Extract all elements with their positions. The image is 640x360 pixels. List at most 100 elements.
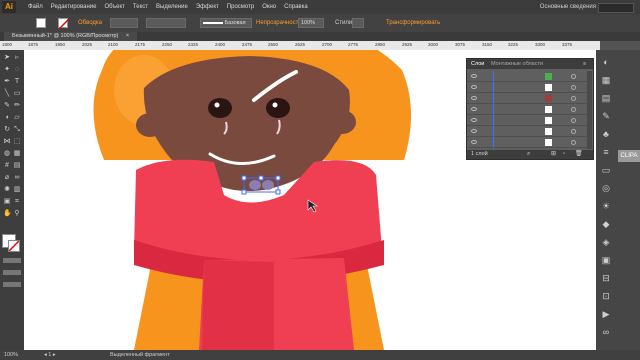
swatches-panel-icon[interactable]: ▤ (600, 92, 612, 104)
eye-icon (471, 118, 477, 122)
appearance-panel-icon[interactable]: ☀ (600, 200, 612, 212)
links-panel-icon[interactable]: ∞ (600, 326, 612, 338)
color-panel-icon[interactable]: ◐ (600, 56, 612, 68)
align-panel-icon[interactable]: ⊟ (600, 272, 612, 284)
status-selection[interactable]: Выделенный фрагмент (110, 350, 170, 360)
shape-builder-tool-icon[interactable]: ◍ (3, 150, 11, 158)
layers-panel-icon[interactable]: ◈ (600, 236, 612, 248)
stroke-panel-icon[interactable]: ≡ (600, 146, 612, 158)
artboard-navigator[interactable]: ◂ 1 ▸ (44, 350, 56, 360)
brush-tool-icon[interactable]: ✎ (3, 102, 11, 110)
menu-file[interactable]: Файл (24, 0, 47, 14)
search-input[interactable] (598, 3, 634, 13)
pencil-tool-icon[interactable]: ✏ (13, 102, 21, 110)
layer-row[interactable] (467, 82, 587, 93)
eraser-tool-icon[interactable]: ▱ (13, 114, 21, 122)
blend-tool-icon[interactable]: ∞ (13, 174, 21, 182)
selection-tool-icon[interactable]: ➤ (3, 54, 11, 62)
layer-row[interactable] (467, 115, 587, 126)
screen-mode-button[interactable] (3, 282, 21, 287)
symbol-sprayer-tool-icon[interactable]: ✺ (3, 186, 11, 194)
magic-wand-tool-icon[interactable]: ✦ (3, 66, 11, 74)
stroke-swatch[interactable] (58, 18, 70, 30)
new-sublayer-icon[interactable]: ⊞ (551, 150, 556, 159)
menu-view[interactable]: Просмотр (223, 0, 258, 14)
slice-tool-icon[interactable]: ⌗ (13, 198, 21, 206)
opacity-label[interactable]: Непрозрачность (256, 14, 301, 32)
gradient-panel-icon[interactable]: ▭ (600, 164, 612, 176)
variable-width-field[interactable] (146, 18, 186, 28)
workspace-switcher[interactable]: Основные сведения (540, 0, 596, 14)
delete-layer-icon[interactable]: 🗑 (575, 150, 583, 159)
stroke-label[interactable]: Обводка (78, 14, 102, 32)
layer-row[interactable] (467, 71, 587, 82)
transparency-panel-icon[interactable]: ◎ (600, 182, 612, 194)
pen-tool-icon[interactable]: ✒ (3, 78, 11, 86)
rectangle-tool-icon[interactable]: ▭ (13, 90, 21, 98)
layer-row[interactable] (467, 126, 587, 137)
target-icon (571, 129, 576, 134)
type-tool-icon[interactable]: T (13, 78, 21, 86)
graphic-styles-dropdown[interactable] (352, 18, 364, 28)
color-guide-icon[interactable]: ▦ (600, 74, 612, 86)
ruler-tick: 2325 (188, 42, 199, 47)
menu-window[interactable]: Окно (258, 0, 280, 14)
direct-selection-tool-icon[interactable]: ▹ (13, 54, 21, 62)
pathfinder-panel-icon[interactable]: ⊡ (600, 290, 612, 302)
lasso-tool-icon[interactable]: ◌ (13, 66, 21, 74)
free-transform-tool-icon[interactable]: ⬚ (13, 138, 21, 146)
ruler-tick: 3075 (455, 42, 466, 47)
blob-brush-tool-icon[interactable]: ◖ (3, 114, 11, 122)
ruler-tick: 2775 (348, 42, 359, 47)
gradient-tool-icon[interactable]: ▤ (13, 162, 21, 170)
ruler-tick: 3000 (428, 42, 439, 47)
layers-scrollbar[interactable] (587, 71, 592, 149)
graph-tool-icon[interactable]: ▥ (13, 186, 21, 194)
ear-right (328, 110, 356, 134)
fill-swatch[interactable] (36, 18, 46, 28)
color-mode-buttons[interactable] (3, 258, 21, 263)
menu-effect[interactable]: Эффект (192, 0, 223, 14)
tab-layers[interactable]: Слои (471, 59, 484, 69)
scale-tool-icon[interactable]: ⤡ (13, 126, 21, 134)
graphic-styles-icon[interactable]: ◆ (600, 218, 612, 230)
tab-artboards[interactable]: Монтажные области (491, 59, 543, 69)
chin-spot-left (249, 180, 261, 190)
opacity-field[interactable]: 100% (298, 18, 324, 28)
transform-link[interactable]: Трансформировать (386, 14, 440, 32)
layer-row[interactable] (467, 93, 587, 104)
brush-style-field[interactable]: Базовая (200, 18, 252, 28)
menu-edit[interactable]: Редактирование (47, 0, 101, 14)
close-icon[interactable]: × (126, 33, 129, 39)
layer-row[interactable] (467, 104, 587, 115)
none-stroke-icon (58, 18, 70, 30)
brushes-panel-icon[interactable]: ✎ (600, 110, 612, 122)
mesh-tool-icon[interactable]: # (3, 162, 11, 170)
hand-tool-icon[interactable]: ✋ (3, 210, 12, 218)
line-tool-icon[interactable]: ╲ (3, 90, 11, 98)
layer-row[interactable] (467, 137, 587, 148)
stroke-color-box[interactable] (8, 240, 20, 252)
locate-object-icon[interactable]: ⌕ (527, 150, 530, 159)
menu-help[interactable]: Справка (280, 0, 312, 14)
rotate-tool-icon[interactable]: ↻ (3, 126, 11, 134)
menu-text[interactable]: Текст (129, 0, 152, 14)
drawing-mode-buttons[interactable] (3, 270, 21, 275)
menu-object[interactable]: Объект (100, 0, 128, 14)
symbols-panel-icon[interactable]: ♣ (600, 128, 612, 140)
eyedropper-tool-icon[interactable]: ⌀ (3, 174, 11, 182)
document-tab[interactable]: Безымянный-1* @ 100% (RGB/Просмотр) × (4, 32, 138, 41)
artboard-tool-icon[interactable]: ▣ (3, 198, 11, 206)
panel-menu-icon[interactable]: ≡ (583, 59, 586, 69)
actions-panel-icon[interactable]: ▶ (600, 308, 612, 320)
artboards-panel-icon[interactable]: ▣ (600, 254, 612, 266)
stroke-weight-field[interactable] (110, 18, 138, 28)
new-layer-icon[interactable]: ▫ (563, 150, 565, 159)
layers-panel-footer: 1 слой ⌕ ⊞ ▫ 🗑 (467, 150, 593, 159)
menu-select[interactable]: Выделение (152, 0, 192, 14)
zoom-tool-icon[interactable]: ⚲ (13, 210, 21, 218)
perspective-grid-tool-icon[interactable]: ▦ (13, 150, 21, 158)
status-bar: 100% ◂ 1 ▸ Выделенный фрагмент (0, 350, 640, 360)
zoom-level[interactable]: 100% (4, 350, 18, 360)
width-tool-icon[interactable]: ⋈ (3, 138, 11, 146)
